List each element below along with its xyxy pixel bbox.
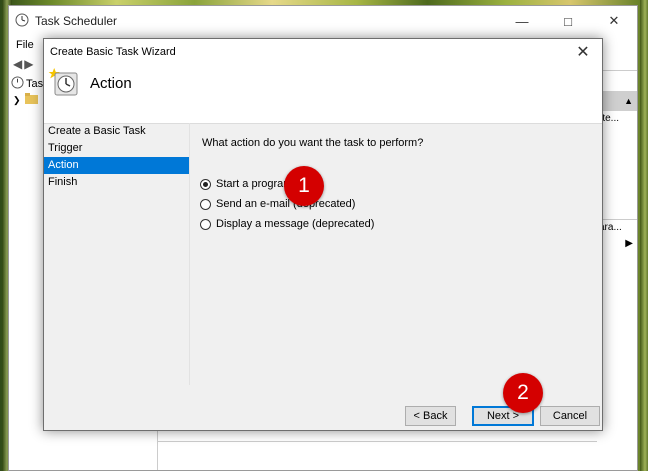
action-item[interactable]: rte... (597, 111, 637, 127)
option-label[interactable]: Send an e-mail (deprecated) (216, 198, 355, 210)
close-icon[interactable]: ✕ (591, 6, 637, 36)
minimize-icon[interactable]: — (499, 6, 545, 36)
submenu-arrow-icon[interactable]: ▶ (597, 236, 637, 252)
wizard-steps: Create a Basic Task Trigger Action Finis… (44, 123, 189, 191)
create-basic-task-wizard: Create Basic Task Wizard ✕ Action Create… (43, 38, 603, 431)
forward-arrow-icon[interactable]: ▶ (24, 57, 33, 71)
bottom-pane (157, 441, 597, 470)
option-label[interactable]: Start a program (216, 178, 292, 190)
step-finish[interactable]: Finish (44, 174, 189, 191)
radio-button[interactable] (200, 178, 211, 190)
bamboo-background (640, 0, 648, 471)
close-icon[interactable]: ✕ (568, 41, 598, 63)
window-title: Task Scheduler (35, 14, 118, 28)
task-scheduler-icon (15, 13, 29, 30)
caption-buttons: — □ ✕ (499, 6, 637, 36)
annotation-badge-1: 1 (284, 166, 324, 206)
actions-pane: ▲ rte... ara... ▶ (597, 70, 637, 470)
actions-section-header[interactable]: ▲ (597, 91, 637, 111)
annotation-badge-2: 2 (503, 373, 543, 413)
wizard-title-bar: Create Basic Task Wizard ✕ (44, 39, 602, 65)
option-label[interactable]: Display a message (deprecated) (216, 218, 374, 230)
collapse-up-icon[interactable]: ▲ (624, 96, 633, 106)
back-button[interactable]: < Back (405, 406, 456, 426)
wizard-heading: Action (90, 75, 132, 92)
actions-header (597, 70, 637, 91)
clock-icon (11, 76, 24, 92)
step-create-basic-task[interactable]: Create a Basic Task (44, 123, 189, 140)
option-start-program[interactable]: Start a program (200, 178, 292, 190)
step-trigger[interactable]: Trigger (44, 140, 189, 157)
radio-selected-dot (203, 181, 208, 187)
radio-button[interactable] (200, 198, 211, 210)
wizard-header: Action (44, 65, 602, 124)
maximize-icon[interactable]: □ (545, 6, 591, 36)
folder-icon (24, 93, 38, 107)
clock-icon (48, 67, 78, 100)
action-question: What action do you want the task to perf… (202, 137, 424, 149)
step-action[interactable]: Action (44, 157, 189, 174)
menu-file[interactable]: File (16, 39, 34, 51)
back-arrow-icon[interactable]: ◀ (13, 57, 22, 71)
option-send-email[interactable]: Send an e-mail (deprecated) (200, 198, 355, 210)
radio-button[interactable] (200, 218, 211, 230)
divider (189, 123, 190, 385)
option-display-message[interactable]: Display a message (deprecated) (200, 218, 374, 230)
title-bar: Task Scheduler — □ ✕ (9, 6, 637, 36)
cancel-button[interactable]: Cancel (540, 406, 600, 426)
actions-spacer (597, 127, 637, 219)
action-item[interactable]: ara... (597, 219, 637, 236)
wizard-title: Create Basic Task Wizard (50, 46, 176, 58)
chevron-right-icon[interactable]: ❯ (13, 95, 21, 106)
